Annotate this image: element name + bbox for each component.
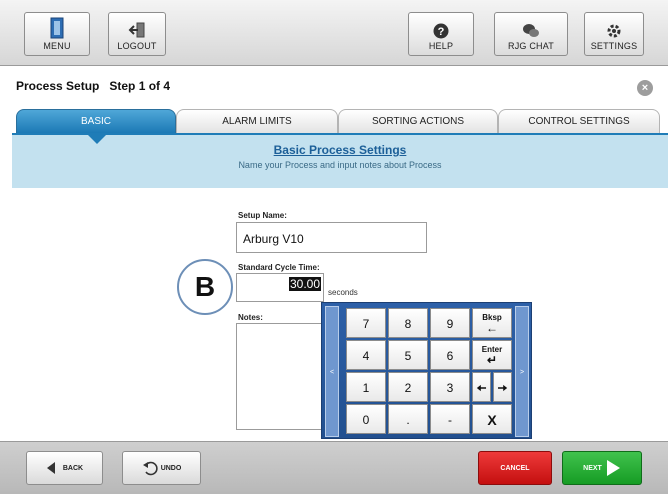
key-6[interactable]: 6 [430, 340, 470, 370]
key-backspace[interactable]: Bksp ← [472, 308, 512, 338]
next-button[interactable]: NEXT [562, 451, 642, 485]
active-tab-pointer [86, 133, 108, 144]
tab-basic[interactable]: BASIC [16, 109, 176, 133]
rjg-chat-label: RJG CHAT [508, 41, 554, 51]
back-label: BACK [62, 464, 84, 472]
notes-label: Notes: [238, 313, 263, 322]
cycle-time-value: 30.00 [288, 277, 321, 291]
cancel-button[interactable]: CANCEL [478, 451, 552, 485]
cycle-time-label: Standard Cycle Time: [238, 263, 320, 272]
key-3[interactable]: 3 [430, 372, 470, 402]
next-arrow-icon [606, 460, 620, 476]
logout-label: LOGOUT [117, 41, 157, 51]
page-title: Process Setup Step 1 of 4 [16, 79, 171, 93]
help-button[interactable]: ? HELP [408, 12, 474, 56]
svg-text:?: ? [438, 26, 445, 38]
callout-b: B [177, 259, 233, 315]
chat-icon [523, 24, 539, 37]
right-arrow-icon: 🠆 [497, 381, 508, 395]
menu-icon [50, 17, 64, 39]
key-enter[interactable]: Enter ↵ [472, 340, 512, 370]
top-toolbar: MENU LOGOUT ? HELP RJG CHAT SETTINGS [0, 0, 668, 66]
back-button[interactable]: BACK [26, 451, 103, 485]
undo-label: UNDO [160, 464, 182, 472]
section-banner: Basic Process Settings Name your Process… [12, 133, 668, 188]
key-1[interactable]: 1 [346, 372, 386, 402]
rjg-chat-button[interactable]: RJG CHAT [494, 12, 568, 56]
key-cursor-left[interactable]: 🠄 [472, 372, 491, 402]
key-cursor-right[interactable]: 🠆 [493, 372, 512, 402]
keypad-right-handle[interactable]: > [515, 306, 529, 437]
banner-title[interactable]: Basic Process Settings [12, 143, 668, 157]
back-arrow-icon [46, 462, 55, 474]
cycle-time-units: seconds [328, 288, 358, 297]
setup-name-label: Setup Name: [238, 211, 287, 220]
key-7[interactable]: 7 [346, 308, 386, 338]
close-icon[interactable]: × [637, 80, 653, 96]
backspace-arrow-icon: ← [486, 321, 498, 335]
banner-subtitle: Name your Process and input notes about … [238, 160, 442, 170]
key-8[interactable]: 8 [388, 308, 428, 338]
logout-button[interactable]: LOGOUT [108, 12, 166, 56]
menu-button[interactable]: MENU [24, 12, 90, 56]
title-bar: Process Setup Step 1 of 4 × [0, 67, 668, 105]
menu-label: MENU [43, 41, 71, 51]
gear-icon [607, 24, 621, 38]
cycle-time-input[interactable]: 30.00 [236, 273, 324, 302]
key-minus[interactable]: - [430, 404, 470, 434]
key-decimal[interactable]: . [388, 404, 428, 434]
cancel-label: CANCEL [500, 464, 530, 472]
left-arrow-icon: 🠄 [476, 381, 487, 395]
tab-strip: BASIC ALARM LIMITS SORTING ACTIONS CONTR… [0, 105, 668, 133]
bottom-toolbar: BACK UNDO CANCEL NEXT [0, 441, 668, 494]
key-5[interactable]: 5 [388, 340, 428, 370]
setup-name-input[interactable]: Arburg V10 [236, 222, 427, 253]
undo-icon [142, 461, 158, 476]
next-label: NEXT [583, 464, 602, 472]
numeric-keypad: < > 7 8 9 Bksp ← 4 5 6 Enter ↵ 1 2 3 🠄 🠆… [321, 302, 532, 439]
tab-alarm-limits[interactable]: ALARM LIMITS [176, 109, 338, 133]
key-4[interactable]: 4 [346, 340, 386, 370]
keypad-left-handle[interactable]: < [325, 306, 339, 437]
tab-sorting-actions[interactable]: SORTING ACTIONS [338, 109, 498, 133]
undo-button[interactable]: UNDO [122, 451, 201, 485]
notes-textarea[interactable] [236, 323, 324, 430]
settings-button[interactable]: SETTINGS [584, 12, 644, 56]
logout-icon [128, 22, 145, 38]
question-icon: ? [433, 23, 449, 39]
help-label: HELP [428, 41, 454, 51]
key-2[interactable]: 2 [388, 372, 428, 402]
tab-control-settings[interactable]: CONTROL SETTINGS [498, 109, 660, 133]
enter-return-icon: ↵ [486, 353, 498, 367]
key-0[interactable]: 0 [346, 404, 386, 434]
settings-label: SETTINGS [590, 41, 638, 51]
key-clear[interactable]: X [472, 404, 512, 434]
key-9[interactable]: 9 [430, 308, 470, 338]
